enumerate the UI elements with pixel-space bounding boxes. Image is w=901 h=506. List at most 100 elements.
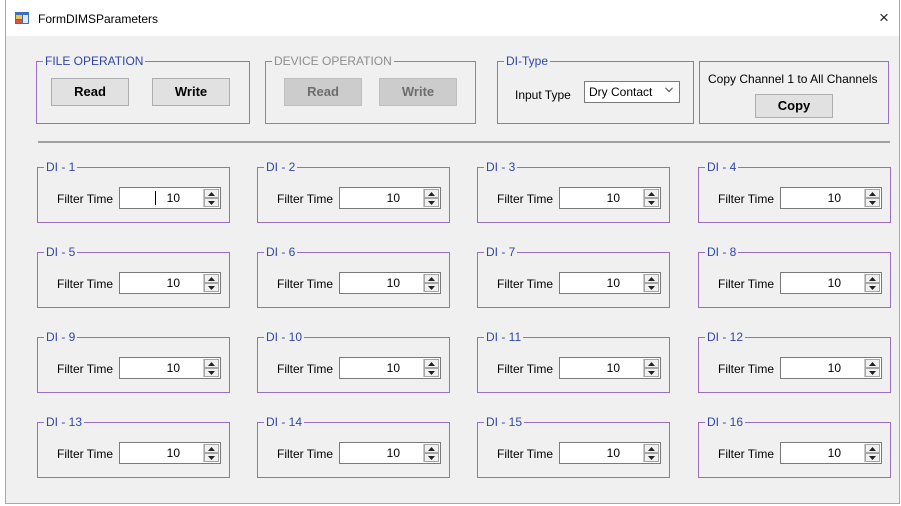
- di-channel-group: DI - 7 Filter Time 10: [477, 245, 670, 308]
- filter-time-value: 10: [827, 361, 841, 375]
- filter-time-input[interactable]: 10: [780, 272, 882, 294]
- spin-down-button[interactable]: [424, 283, 439, 292]
- arrow-up-icon: [869, 447, 876, 451]
- filter-time-value: 10: [386, 276, 400, 290]
- filter-time-input[interactable]: 10: [780, 442, 882, 464]
- spin-buttons: [423, 274, 439, 292]
- di-channel-group: DI - 10 Filter Time 10: [257, 330, 450, 393]
- arrow-up-icon: [208, 192, 215, 196]
- filter-time-input[interactable]: 10: [339, 357, 441, 379]
- copy-button[interactable]: Copy: [755, 94, 833, 118]
- di-channel-legend: DI - 8: [705, 245, 739, 259]
- input-type-select[interactable]: Dry Contact: [584, 81, 680, 103]
- di-channel-legend: DI - 6: [264, 245, 298, 259]
- spin-down-button[interactable]: [644, 283, 659, 292]
- filter-time-value: 10: [166, 276, 180, 290]
- spin-up-button[interactable]: [424, 359, 439, 368]
- section-divider: [38, 141, 890, 143]
- filter-time-input[interactable]: 10: [339, 187, 441, 209]
- filter-time-input[interactable]: 10: [559, 357, 661, 379]
- spin-down-button[interactable]: [644, 453, 659, 462]
- spin-up-button[interactable]: [424, 274, 439, 283]
- spin-buttons: [864, 359, 880, 377]
- filter-time-input[interactable]: 10: [119, 442, 221, 464]
- spin-down-button[interactable]: [865, 198, 880, 207]
- filter-time-input[interactable]: 10: [119, 357, 221, 379]
- spin-down-button[interactable]: [204, 453, 219, 462]
- spin-down-button[interactable]: [204, 368, 219, 377]
- arrow-down-icon: [208, 286, 215, 290]
- filter-time-input[interactable]: 10: [559, 187, 661, 209]
- spin-up-button[interactable]: [424, 444, 439, 453]
- spin-down-button[interactable]: [865, 283, 880, 292]
- spin-up-button[interactable]: [424, 189, 439, 198]
- spin-down-button[interactable]: [865, 453, 880, 462]
- filter-time-label: Filter Time: [718, 277, 775, 291]
- spin-down-button[interactable]: [644, 198, 659, 207]
- spin-up-button[interactable]: [644, 359, 659, 368]
- chevron-down-icon: [665, 87, 673, 93]
- spin-down-button[interactable]: [204, 283, 219, 292]
- device-read-button[interactable]: Read: [284, 78, 362, 106]
- spin-buttons: [864, 274, 880, 292]
- arrow-up-icon: [648, 362, 655, 366]
- spin-down-button[interactable]: [204, 198, 219, 207]
- arrow-up-icon: [648, 447, 655, 451]
- spin-up-button[interactable]: [865, 189, 880, 198]
- filter-time-label: Filter Time: [718, 447, 775, 461]
- spin-up-button[interactable]: [204, 359, 219, 368]
- spin-up-button[interactable]: [865, 359, 880, 368]
- spin-up-button[interactable]: [204, 189, 219, 198]
- di-channel-legend: DI - 5: [44, 245, 78, 259]
- di-channel-group: DI - 12 Filter Time 10: [698, 330, 891, 393]
- filter-time-input[interactable]: 10: [119, 272, 221, 294]
- di-channel-group: DI - 16 Filter Time 10: [698, 415, 891, 478]
- spin-buttons: [864, 444, 880, 462]
- filter-time-label: Filter Time: [57, 362, 114, 376]
- spin-up-button[interactable]: [644, 444, 659, 453]
- filter-time-value: 10: [386, 446, 400, 460]
- spin-up-button[interactable]: [204, 274, 219, 283]
- filter-time-input[interactable]: 10: [559, 442, 661, 464]
- arrow-up-icon: [428, 277, 435, 281]
- spin-up-button[interactable]: [865, 444, 880, 453]
- spin-down-button[interactable]: [865, 368, 880, 377]
- filter-time-input[interactable]: 10: [339, 442, 441, 464]
- file-write-button[interactable]: Write: [152, 78, 230, 106]
- arrow-down-icon: [428, 286, 435, 290]
- form-icon: [15, 12, 29, 24]
- filter-time-input[interactable]: 10: [780, 357, 882, 379]
- spin-up-button[interactable]: [644, 274, 659, 283]
- spin-up-button[interactable]: [204, 444, 219, 453]
- title-bar[interactable]: FormDIMSParameters ×: [6, 0, 899, 36]
- di-channel-legend: DI - 10: [264, 330, 305, 344]
- arrow-up-icon: [869, 277, 876, 281]
- spin-down-button[interactable]: [644, 368, 659, 377]
- arrow-down-icon: [648, 201, 655, 205]
- spin-down-button[interactable]: [424, 453, 439, 462]
- filter-time-value: 10: [606, 361, 620, 375]
- spin-up-button[interactable]: [644, 189, 659, 198]
- device-operation-legend: DEVICE OPERATION: [272, 54, 394, 68]
- filter-time-label: Filter Time: [718, 192, 775, 206]
- copy-channel-group: Copy Channel 1 to All Channels Copy: [699, 61, 889, 124]
- filter-time-input[interactable]: 10: [119, 187, 221, 209]
- filter-time-input[interactable]: 10: [559, 272, 661, 294]
- filter-time-value: 10: [827, 191, 841, 205]
- filter-time-label: Filter Time: [57, 192, 114, 206]
- device-write-button[interactable]: Write: [379, 78, 457, 106]
- spin-down-button[interactable]: [424, 368, 439, 377]
- filter-time-input[interactable]: 10: [339, 272, 441, 294]
- close-button[interactable]: ×: [869, 0, 899, 36]
- filter-time-label: Filter Time: [57, 447, 114, 461]
- arrow-up-icon: [428, 362, 435, 366]
- arrow-down-icon: [869, 456, 876, 460]
- filter-time-label: Filter Time: [497, 447, 554, 461]
- filter-time-input[interactable]: 10: [780, 187, 882, 209]
- file-read-button[interactable]: Read: [51, 78, 129, 106]
- arrow-up-icon: [869, 192, 876, 196]
- arrow-down-icon: [428, 371, 435, 375]
- spin-down-button[interactable]: [424, 198, 439, 207]
- filter-time-value: 10: [166, 446, 180, 460]
- spin-up-button[interactable]: [865, 274, 880, 283]
